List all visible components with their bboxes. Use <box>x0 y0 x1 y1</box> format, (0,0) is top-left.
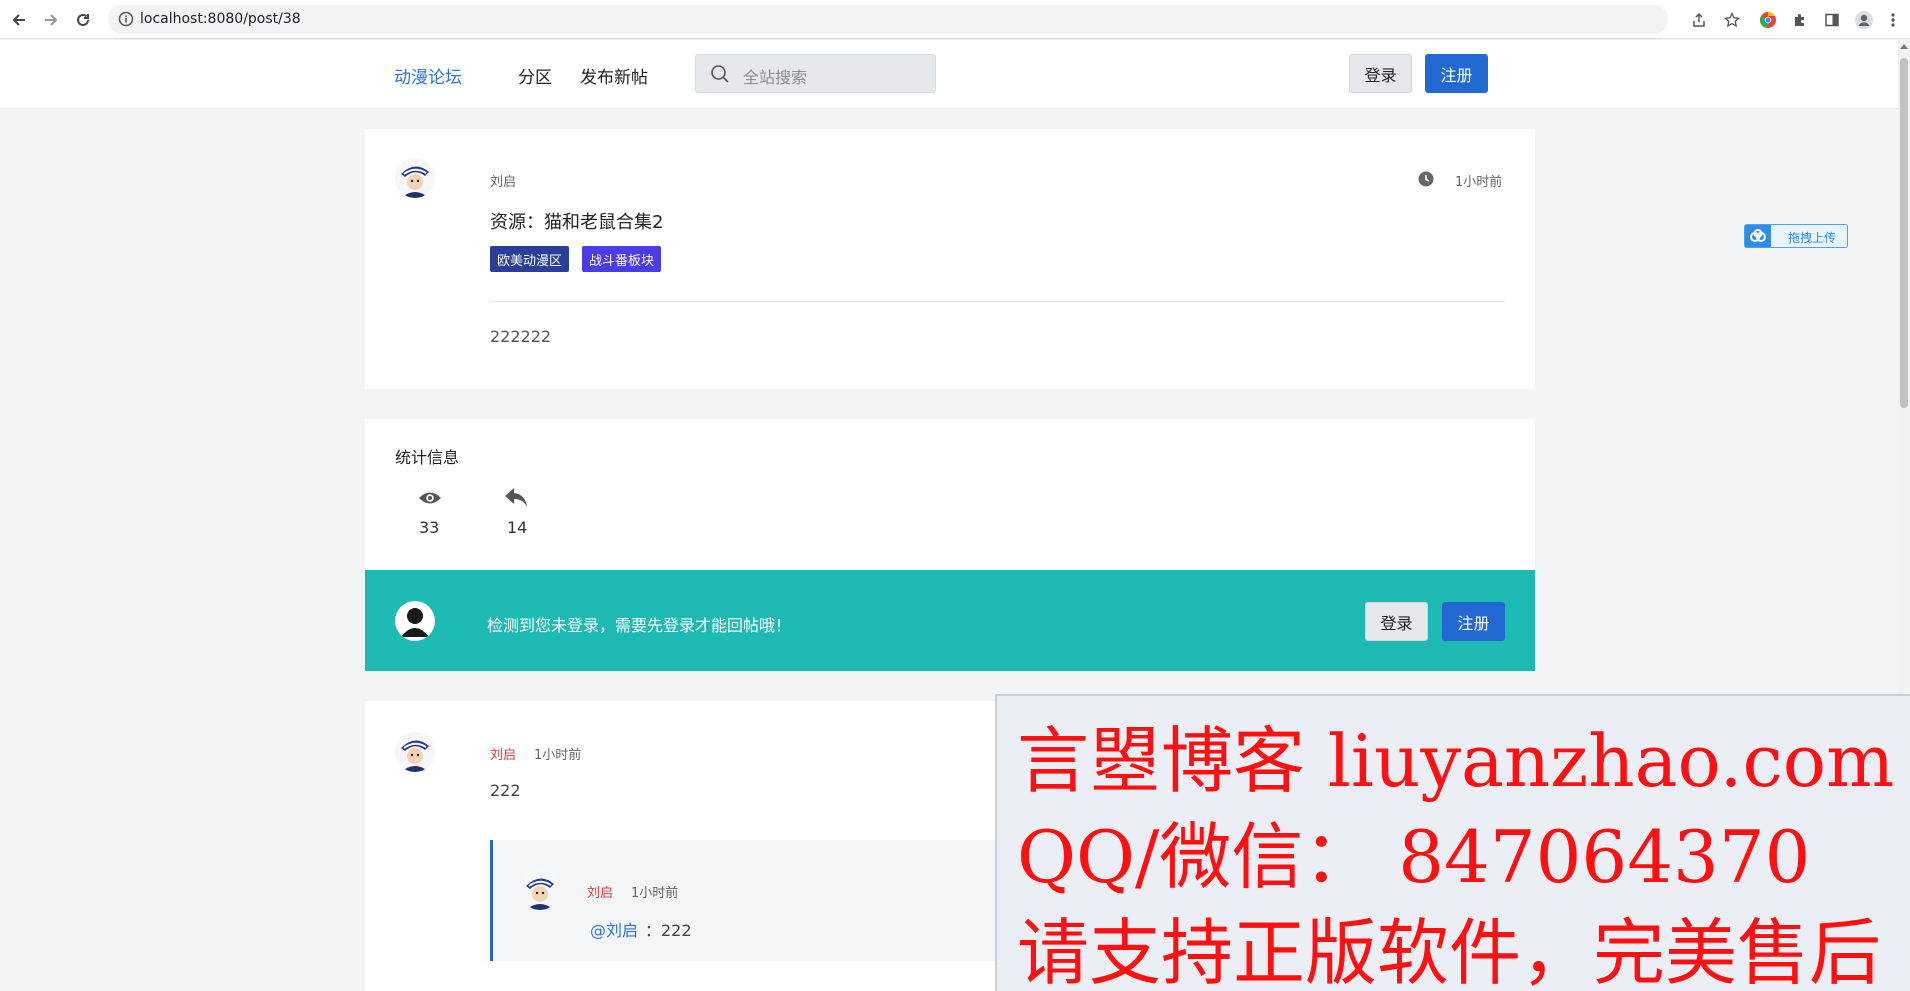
tag-western-anime[interactable]: 欧美动漫区 <box>490 246 570 272</box>
notice-register-button[interactable]: 注册 <box>1442 602 1505 641</box>
comment-time: 1小时前 <box>534 748 582 763</box>
watermark-overlay: 言曌博客 liuyanzhao.com QQ/微信： 847064370 请支持… <box>995 694 1910 991</box>
cloud-icon <box>1745 225 1771 247</box>
post-content: 222222 <box>490 327 552 346</box>
tag-battle-section[interactable]: 战斗番板块 <box>582 246 662 272</box>
star-icon[interactable] <box>1721 9 1743 31</box>
upload-label: 拖拽上传 <box>1788 231 1837 245</box>
post-time: 1小时前 <box>1455 175 1503 190</box>
stats-heading: 统计信息 <box>395 448 460 467</box>
watermark-line-2: QQ/微信： 847064370 <box>1017 815 1811 899</box>
chrome-extension-icon[interactable] <box>1757 9 1779 31</box>
eye-icon <box>418 490 442 510</box>
reload-icon[interactable] <box>72 9 94 31</box>
nav-new-post[interactable]: 发布新帖 <box>580 63 648 88</box>
site-header: 动漫论坛 分区 发布新帖 全站搜索 登录 注册 <box>0 40 1898 109</box>
login-notice-text: 检测到您未登录，需要先登录才能回帖哦！ <box>487 616 792 635</box>
comment-author-avatar[interactable] <box>395 732 435 772</box>
guest-avatar-icon <box>395 601 435 641</box>
search-input[interactable]: 全站搜索 <box>695 54 936 93</box>
puzzle-icon[interactable] <box>1789 9 1811 31</box>
reply-time: 1小时前 <box>631 886 679 901</box>
scroll-thumb[interactable] <box>1900 58 1908 408</box>
share-icon[interactable] <box>1688 9 1710 31</box>
back-icon[interactable] <box>8 9 30 31</box>
kebab-menu-icon[interactable] <box>1882 9 1904 31</box>
post-divider <box>490 301 1505 302</box>
header-register-button[interactable]: 注册 <box>1425 54 1488 93</box>
stats-card <box>365 419 1535 570</box>
reply-icon <box>504 487 528 513</box>
comment-author-name[interactable]: 刘启 <box>490 744 516 763</box>
profile-icon[interactable] <box>1853 9 1875 31</box>
info-icon[interactable] <box>118 11 134 31</box>
drag-upload-badge[interactable]: 拖拽上传 <box>1744 224 1848 248</box>
replies-count: 14 <box>507 518 528 537</box>
header-login-button[interactable]: 登录 <box>1349 54 1412 93</box>
views-count: 33 <box>419 518 440 537</box>
nested-reply <box>490 840 995 961</box>
browser-toolbar: localhost:8080/post/38 <box>0 0 1910 39</box>
notice-login-button[interactable]: 登录 <box>1365 602 1428 641</box>
search-placeholder: 全站搜索 <box>743 68 808 87</box>
reply-author-avatar[interactable] <box>520 870 560 910</box>
nav-sections[interactable]: 分区 <box>518 63 552 88</box>
search-icon <box>710 64 730 88</box>
watermark-line-1: 言曌博客 liuyanzhao.com <box>1017 719 1895 803</box>
post-author-avatar[interactable] <box>395 158 435 198</box>
reply-author-name[interactable]: 刘启 <box>587 882 613 901</box>
forward-icon[interactable] <box>40 9 62 31</box>
brand-link[interactable]: 动漫论坛 <box>394 63 462 88</box>
address-bar[interactable]: localhost:8080/post/38 <box>108 5 1668 34</box>
watermark-line-3: 请支持正版软件，完美售后 <box>1017 911 1882 991</box>
comment-content: 222 <box>490 781 521 800</box>
post-author-name[interactable]: 刘启 <box>490 171 516 190</box>
clock-icon <box>1418 171 1434 191</box>
reply-content: ：222 <box>645 921 692 940</box>
scroll-up-icon[interactable] <box>1900 44 1908 49</box>
url-text: localhost:8080/post/38 <box>140 11 301 27</box>
post-title: 资源：猫和老鼠合集2 <box>490 212 664 233</box>
reply-mention[interactable]: @刘启 <box>590 917 638 941</box>
sidepanel-icon[interactable] <box>1821 9 1843 31</box>
